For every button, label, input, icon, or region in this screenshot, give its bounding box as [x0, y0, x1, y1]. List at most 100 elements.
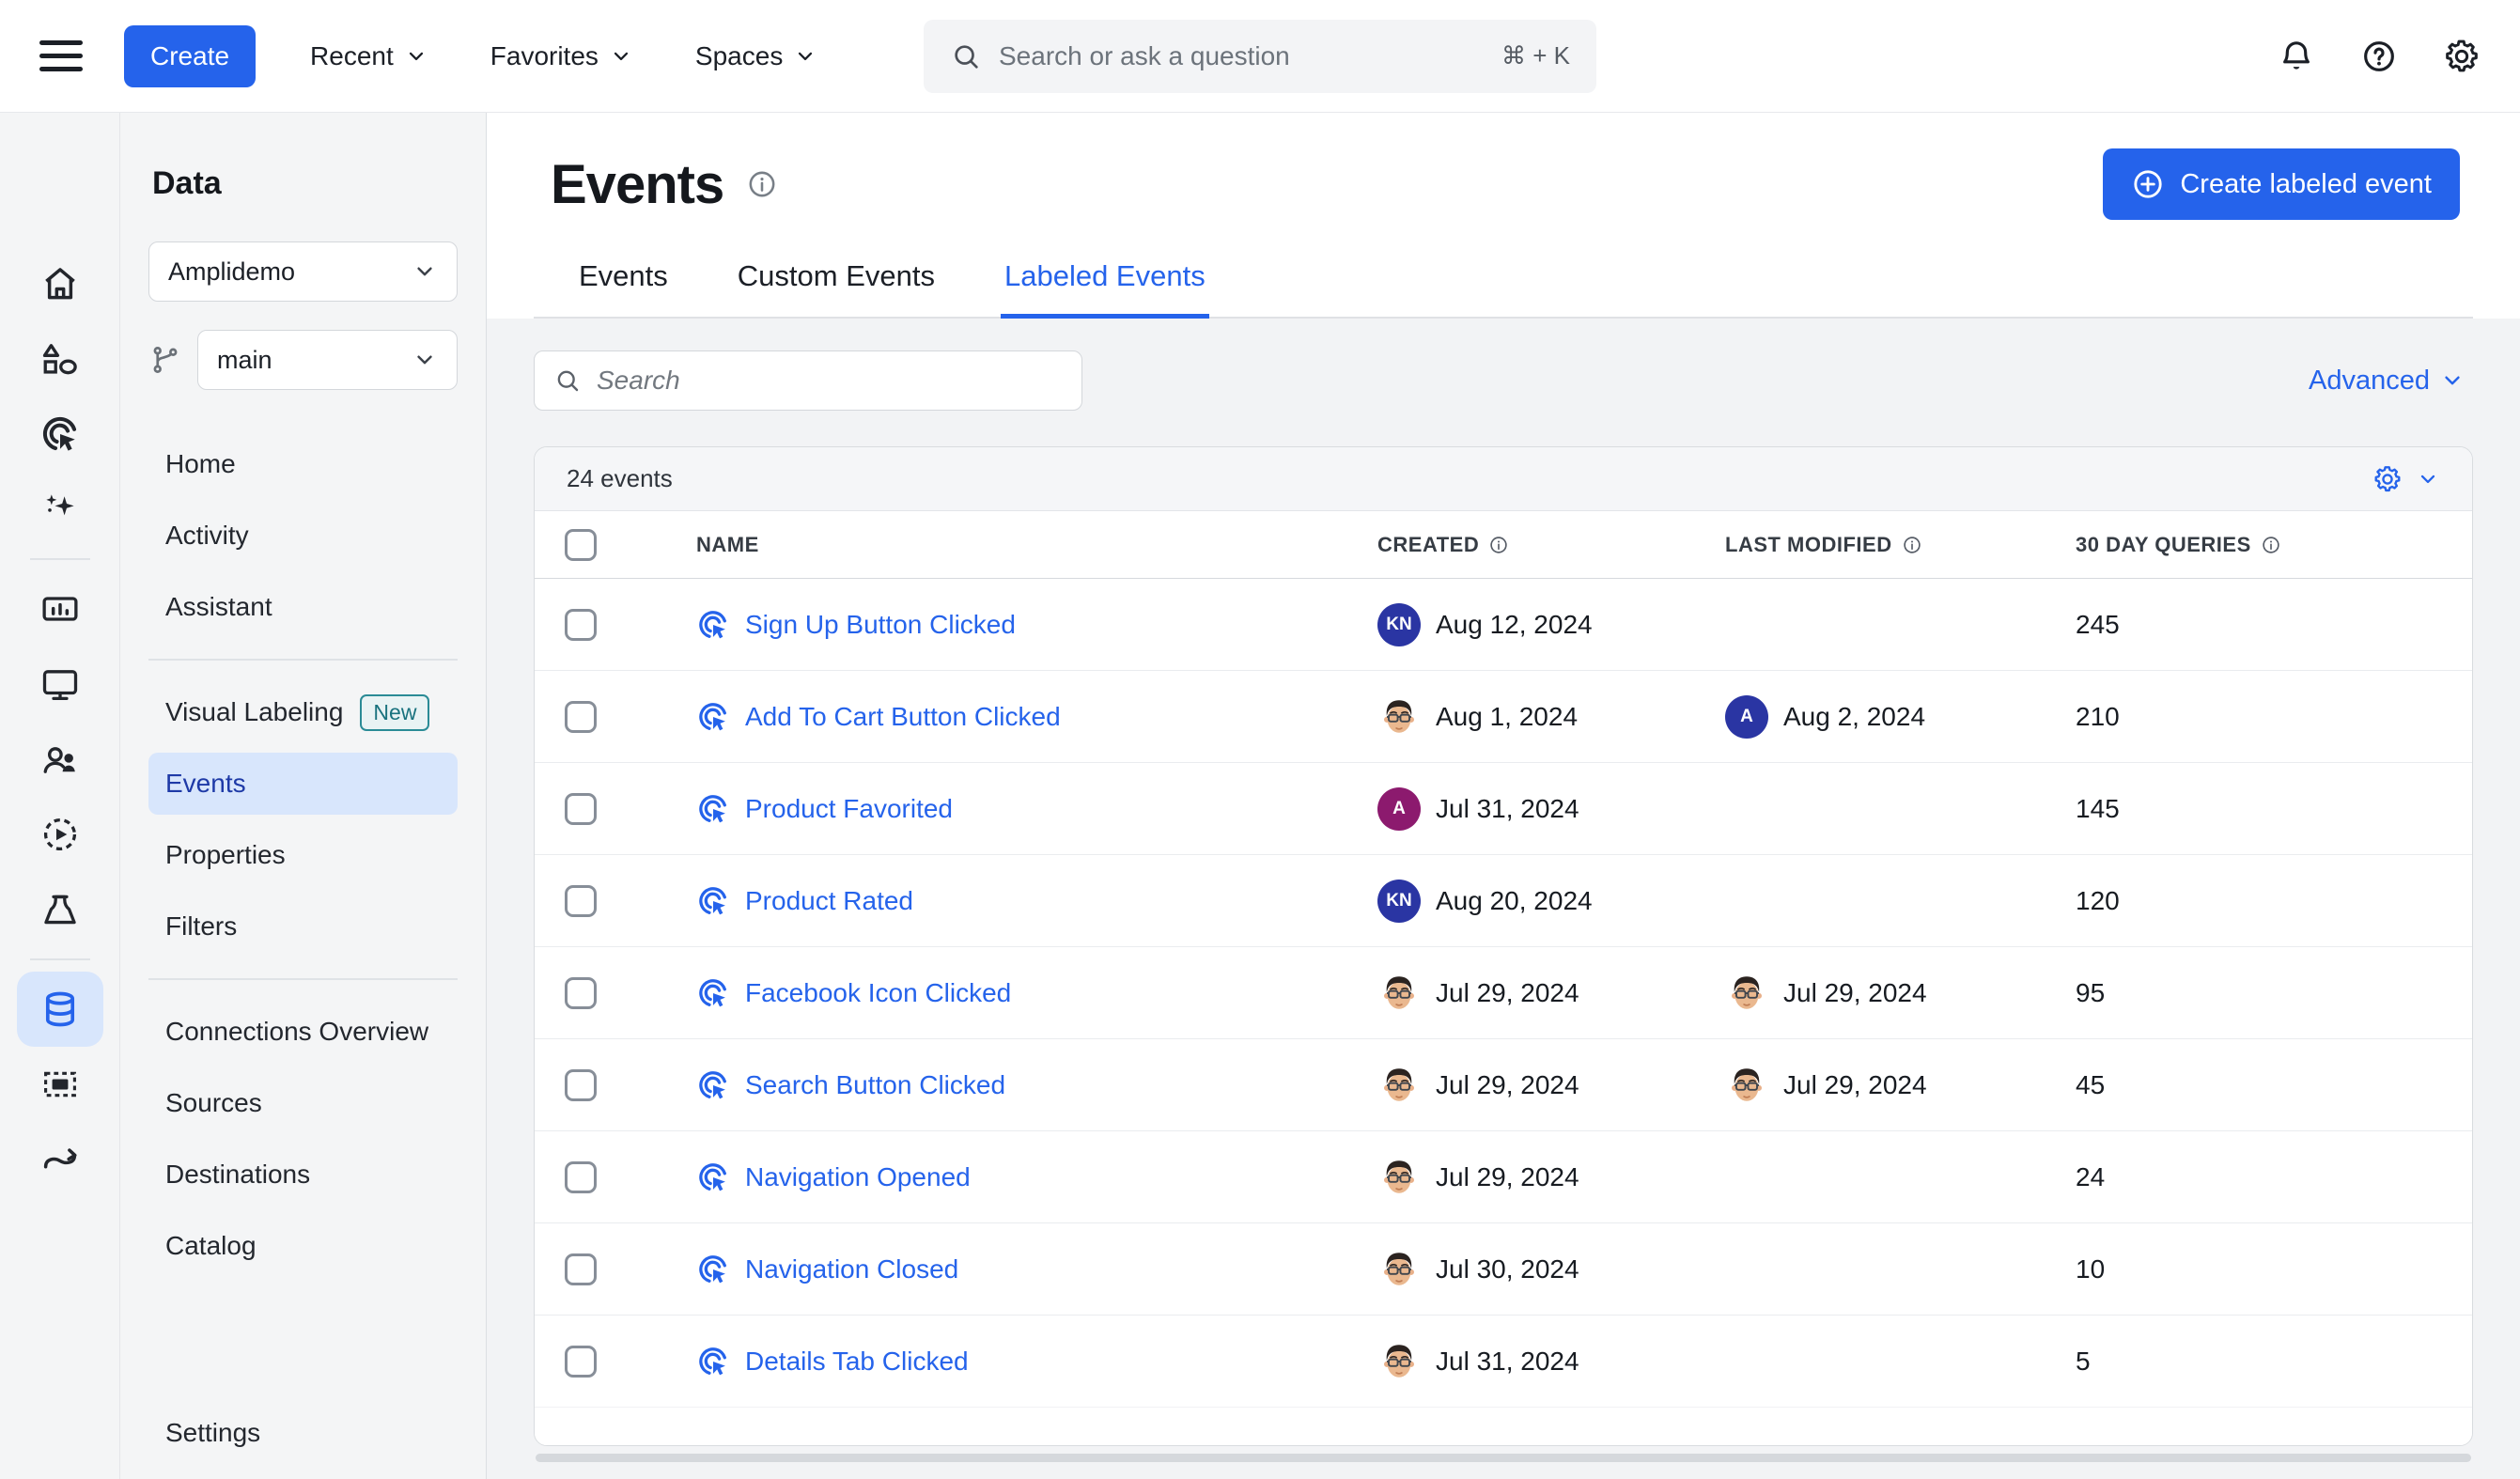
memoji-avatar: [1725, 971, 1768, 1016]
rail-item-audiences[interactable]: [17, 722, 103, 797]
event-name-link[interactable]: Sign Up Button Clicked: [745, 610, 1016, 640]
row-checkbox[interactable]: [565, 1161, 597, 1193]
hamburger-menu-icon[interactable]: [39, 40, 83, 71]
tab-events[interactable]: Events: [575, 259, 672, 319]
rail-divider: [30, 558, 90, 560]
modified-date: Jul 29, 2024: [1783, 978, 1927, 1008]
column-settings-dropdown[interactable]: [2372, 464, 2440, 494]
advanced-dropdown[interactable]: Advanced: [2309, 366, 2466, 397]
info-icon[interactable]: [1488, 535, 1509, 555]
sidebar-item-properties[interactable]: Properties: [148, 824, 458, 886]
project-select[interactable]: Amplidemo: [148, 241, 458, 302]
sidebar-item-assistant[interactable]: Assistant: [148, 576, 458, 638]
avatar: [1377, 695, 1421, 739]
rail-item-ai[interactable]: [17, 472, 103, 547]
tab-bar: Events Custom Events Labeled Events: [534, 259, 2473, 319]
app-body: Data Amplidemo main Home Activity Assist…: [0, 113, 2520, 1479]
event-name-link[interactable]: Product Rated: [745, 886, 913, 916]
select-all-checkbox[interactable]: [565, 529, 597, 561]
created-date: Jul 29, 2024: [1436, 1162, 1579, 1192]
events-search-box[interactable]: [534, 350, 1082, 411]
menu-recent-label: Recent: [310, 41, 394, 71]
column-created: CREATED: [1377, 533, 1725, 557]
sidebar-item-activity[interactable]: Activity: [148, 505, 458, 567]
labeled-event-icon: [696, 1253, 730, 1286]
row-checkbox[interactable]: [565, 793, 597, 825]
branch-select-value: main: [217, 346, 272, 375]
tab-custom-events[interactable]: Custom Events: [734, 259, 939, 319]
rail-item-heatmap[interactable]: [17, 1047, 103, 1122]
table-row: Navigation Opened Jul 29, 2024 24: [535, 1131, 2472, 1223]
create-labeled-event-button[interactable]: Create labeled event: [2103, 148, 2460, 220]
event-name-link[interactable]: Navigation Opened: [745, 1162, 971, 1192]
create-button[interactable]: Create: [124, 25, 256, 87]
rail-item-experiment[interactable]: [17, 872, 103, 947]
global-search-bar[interactable]: ⌘ + K: [924, 20, 1596, 93]
info-icon[interactable]: [2261, 535, 2281, 555]
menu-recent[interactable]: Recent: [310, 41, 428, 71]
labeled-event-icon: [696, 976, 730, 1010]
rail-item-dashboards[interactable]: [17, 571, 103, 646]
row-checkbox[interactable]: [565, 1253, 597, 1285]
events-search-input[interactable]: [597, 366, 1063, 396]
new-badge: New: [360, 694, 429, 731]
flask-icon: [39, 889, 81, 930]
avatar: KN: [1377, 880, 1421, 923]
query-count: 145: [2076, 794, 2472, 824]
rail-item-data[interactable]: [17, 972, 103, 1047]
event-name-link[interactable]: Details Tab Clicked: [745, 1347, 969, 1377]
chevron-down-icon: [2416, 467, 2440, 491]
sidebar-item-settings[interactable]: Settings: [148, 1402, 458, 1464]
created-date: Jul 29, 2024: [1436, 978, 1579, 1008]
query-count: 24: [2076, 1162, 2472, 1192]
info-icon[interactable]: [1902, 535, 1922, 555]
event-name-link[interactable]: Facebook Icon Clicked: [745, 978, 1011, 1008]
modified-date: Aug 2, 2024: [1783, 702, 1925, 732]
sidebar-item-destinations[interactable]: Destinations: [148, 1144, 458, 1206]
sidebar-item-home[interactable]: Home: [148, 433, 458, 495]
chevron-down-icon: [412, 347, 438, 373]
global-search-input[interactable]: [999, 41, 1485, 71]
menu-spaces[interactable]: Spaces: [695, 41, 817, 71]
created-date: Jul 31, 2024: [1436, 794, 1579, 824]
avatar: [1725, 972, 1768, 1015]
rail-item-objects[interactable]: [17, 321, 103, 397]
horizontal-scrollbar[interactable]: [536, 1454, 2471, 1462]
search-icon: [553, 366, 582, 395]
row-checkbox[interactable]: [565, 1069, 597, 1101]
row-checkbox[interactable]: [565, 885, 597, 917]
sidebar-item-sources[interactable]: Sources: [148, 1072, 458, 1134]
menu-favorites[interactable]: Favorites: [490, 41, 633, 71]
monitor-icon: [39, 663, 81, 705]
rail-item-session-replay[interactable]: [17, 797, 103, 872]
event-name-link[interactable]: Navigation Closed: [745, 1254, 958, 1284]
avatar: [1377, 1340, 1421, 1383]
sidebar-item-events[interactable]: Events: [148, 753, 458, 815]
event-name-link[interactable]: Add To Cart Button Clicked: [745, 702, 1061, 732]
tab-labeled-events[interactable]: Labeled Events: [1001, 259, 1209, 319]
row-checkbox[interactable]: [565, 609, 597, 641]
query-count: 5: [2076, 1347, 2472, 1377]
row-checkbox[interactable]: [565, 701, 597, 733]
info-icon[interactable]: [746, 168, 778, 200]
event-name-link[interactable]: Search Button Clicked: [745, 1070, 1005, 1100]
play-circle-icon: [39, 814, 81, 855]
sidebar-item-connections-overview[interactable]: Connections Overview: [148, 1001, 458, 1063]
help-icon[interactable]: [2360, 38, 2398, 75]
sidebar-item-visual-labeling[interactable]: Visual Labeling New: [148, 681, 458, 743]
notifications-bell-icon[interactable]: [2278, 38, 2315, 75]
settings-gear-icon[interactable]: [2443, 38, 2481, 75]
sidebar-item-catalog[interactable]: Catalog: [148, 1215, 458, 1277]
sidebar-title: Data: [152, 165, 458, 202]
rail-item-web[interactable]: [17, 646, 103, 722]
rail-item-visual-tagger[interactable]: [17, 397, 103, 472]
branch-select[interactable]: main: [197, 330, 458, 390]
rail-item-home[interactable]: [17, 246, 103, 321]
event-name-link[interactable]: Product Favorited: [745, 794, 953, 824]
plus-circle-icon: [2131, 167, 2165, 201]
sidebar-item-filters[interactable]: Filters: [148, 895, 458, 957]
row-checkbox[interactable]: [565, 1346, 597, 1378]
created-date: Jul 31, 2024: [1436, 1347, 1579, 1377]
row-checkbox[interactable]: [565, 977, 597, 1009]
rail-item-data-flow[interactable]: [17, 1122, 103, 1197]
